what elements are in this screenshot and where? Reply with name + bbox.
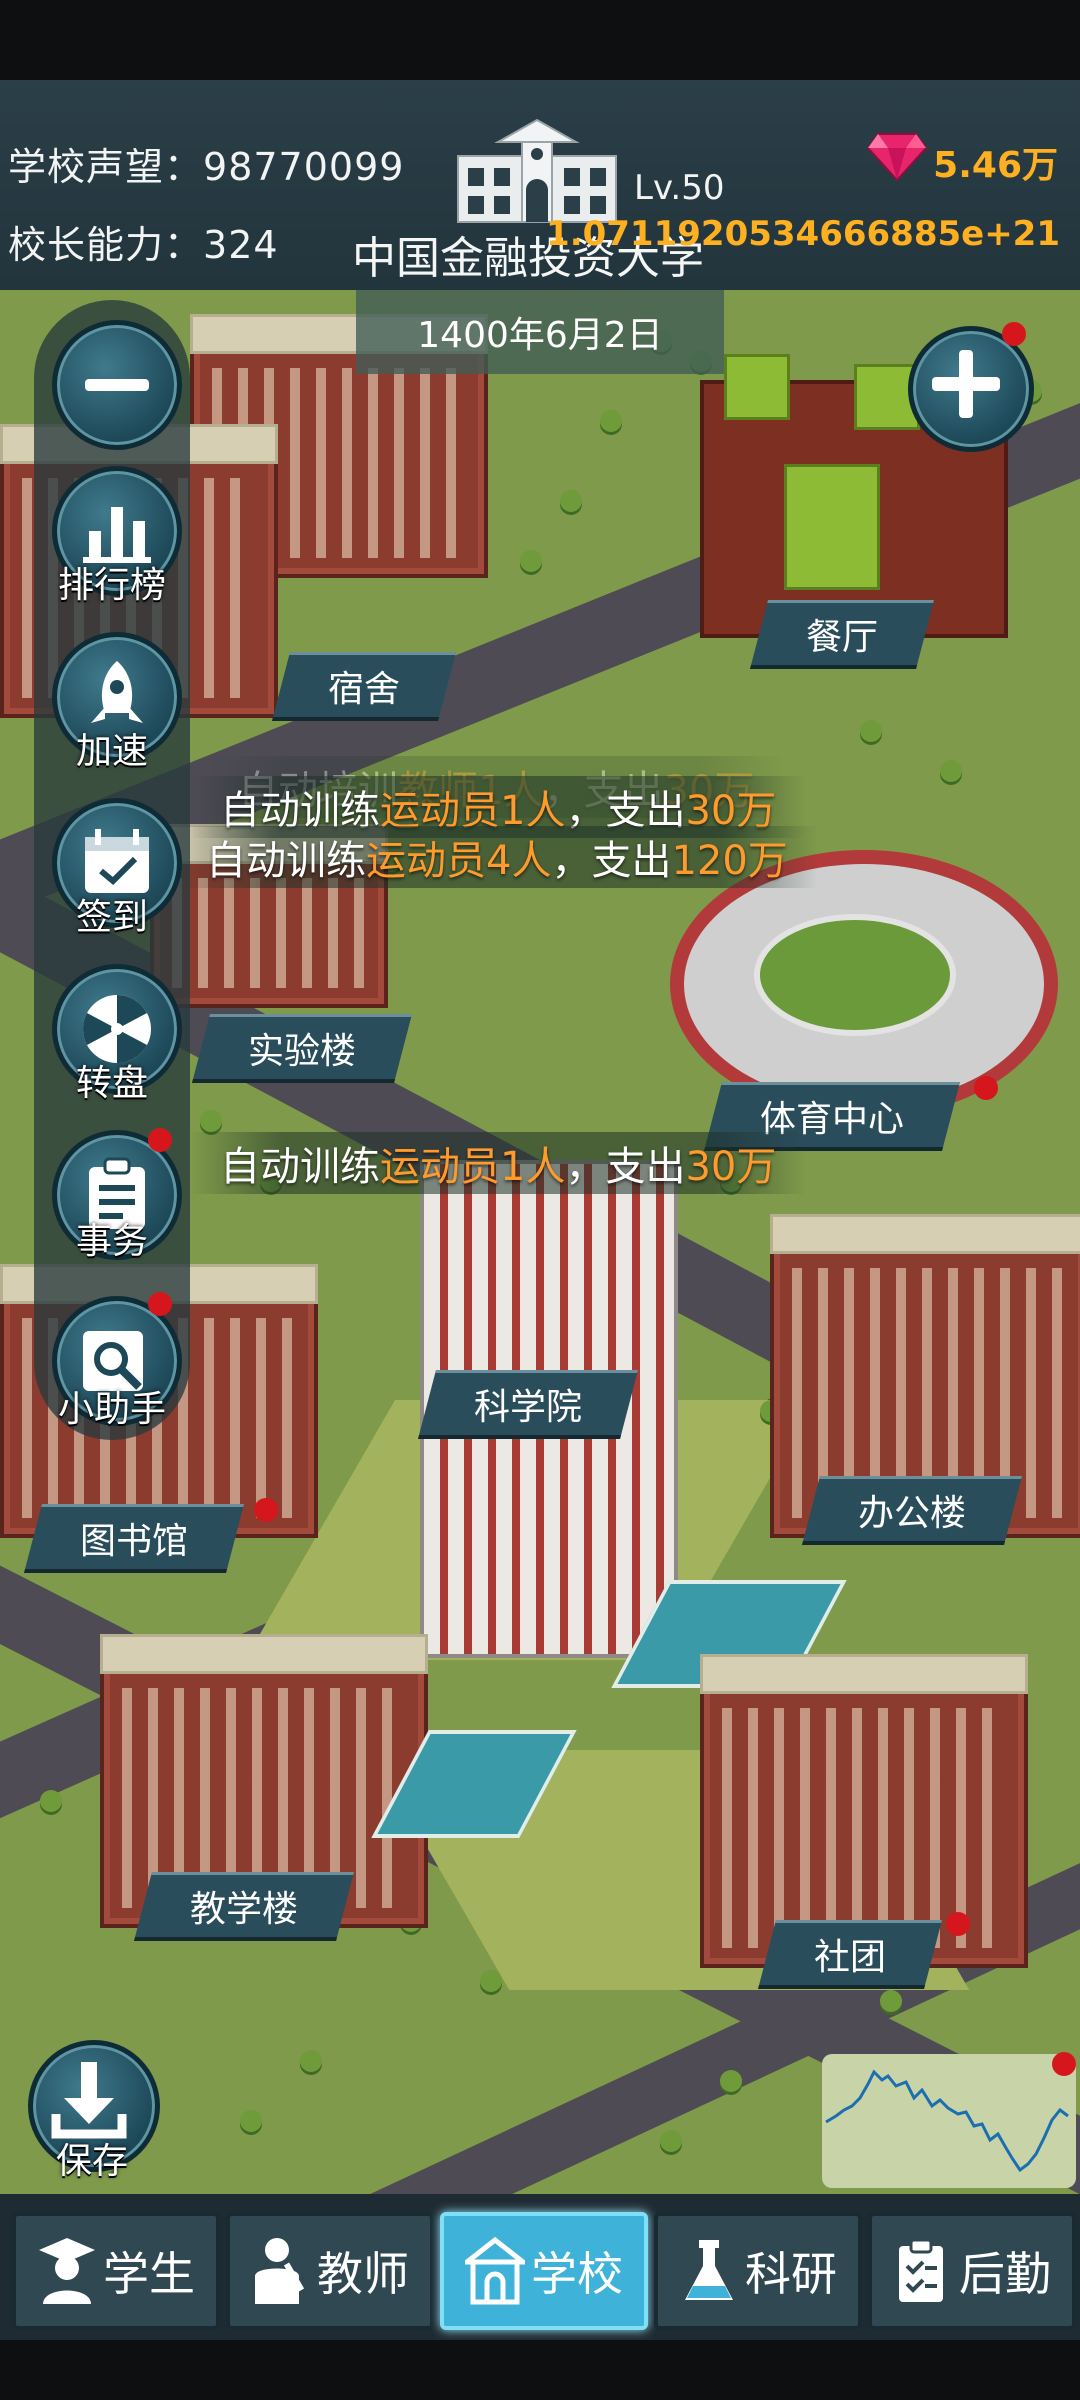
teacher-icon (255, 2238, 305, 2304)
tab-students[interactable]: 学生 (12, 2212, 220, 2330)
flask-icon (685, 2240, 733, 2300)
reputation-label: 学校声望： (8, 145, 204, 189)
lab-label[interactable]: 实验楼 (192, 1014, 412, 1083)
minus-icon (85, 379, 149, 391)
event-notice: 自动训练运动员4人，支出120万 (176, 826, 818, 888)
checkin-label: 签到 (75, 897, 148, 938)
dorm-label[interactable]: 宿舍 (272, 652, 456, 721)
status-bar (0, 0, 1080, 80)
teaching-label[interactable]: 教学楼 (134, 1872, 354, 1941)
checklist-icon (899, 2238, 943, 2302)
trend-chart-card[interactable] (822, 2054, 1076, 2188)
game-date: 1400年6月2日 (356, 290, 724, 374)
notification-badge (1002, 322, 1026, 346)
bottom-tab-bar: 学生 教师 学校 科研 后勤 (0, 2194, 1080, 2340)
tab-school-label: 学校 (531, 2247, 623, 2301)
tab-students-label: 学生 (103, 2247, 195, 2301)
gem-count: 5.46万 (933, 145, 1058, 186)
school-icon (465, 2236, 525, 2305)
system-nav-bar (0, 2340, 1080, 2400)
ranking-label: 排行榜 (57, 565, 166, 606)
school-building-icon[interactable] (452, 116, 622, 226)
tab-teachers[interactable]: 教师 (226, 2212, 434, 2330)
tab-teachers-label: 教师 (317, 2247, 409, 2301)
speed-up-label: 加速 (75, 731, 148, 772)
notification-badge (254, 1498, 278, 1522)
reputation-value: 98770099 (203, 145, 405, 189)
student-icon (39, 2238, 95, 2304)
science-academy-label[interactable]: 科学院 (418, 1370, 638, 1439)
event-notice: 自动训练运动员1人，支出30万 (190, 1132, 807, 1194)
affairs-label: 事务 (75, 1221, 148, 1262)
office-label[interactable]: 办公楼 (802, 1476, 1022, 1545)
school-level: Lv.50 (634, 168, 725, 208)
ability-value: 324 (203, 223, 279, 267)
notification-badge (148, 1128, 172, 1152)
notification-badge (148, 1292, 172, 1316)
save-label: 保存 (55, 2141, 128, 2182)
tab-logistics-label: 后勤 (959, 2247, 1051, 2301)
gem-icon (866, 133, 928, 182)
notification-badge (974, 1076, 998, 1100)
notification-badge (946, 1912, 970, 1936)
helper-label: 小助手 (57, 1389, 166, 1430)
club-label[interactable]: 社团 (758, 1920, 942, 1989)
tab-research[interactable]: 科研 (654, 2212, 862, 2330)
library-label[interactable]: 图书馆 (24, 1504, 244, 1573)
canteen-label[interactable]: 餐厅 (750, 600, 934, 669)
trend-line (825, 2069, 1069, 2173)
notification-badge (1052, 2052, 1076, 2076)
zoom-out-button[interactable] (52, 320, 182, 450)
money-amount: 1.0711920534666885e+21 (546, 214, 1060, 254)
header: 学校声望：98770099 校长能力：324 Lv.50 中国金融投资大学 5.… (0, 80, 1080, 290)
ability-label: 校长能力： (8, 223, 204, 267)
ability-stat: 校长能力：324 (8, 214, 279, 269)
wheel-label: 转盘 (75, 1063, 148, 1104)
stadium[interactable] (670, 850, 1058, 1118)
tab-logistics[interactable]: 后勤 (868, 2212, 1076, 2330)
tab-school[interactable]: 学校 (440, 2212, 648, 2330)
reputation-stat: 学校声望：98770099 (8, 136, 404, 191)
tab-research-label: 科研 (745, 2247, 837, 2301)
